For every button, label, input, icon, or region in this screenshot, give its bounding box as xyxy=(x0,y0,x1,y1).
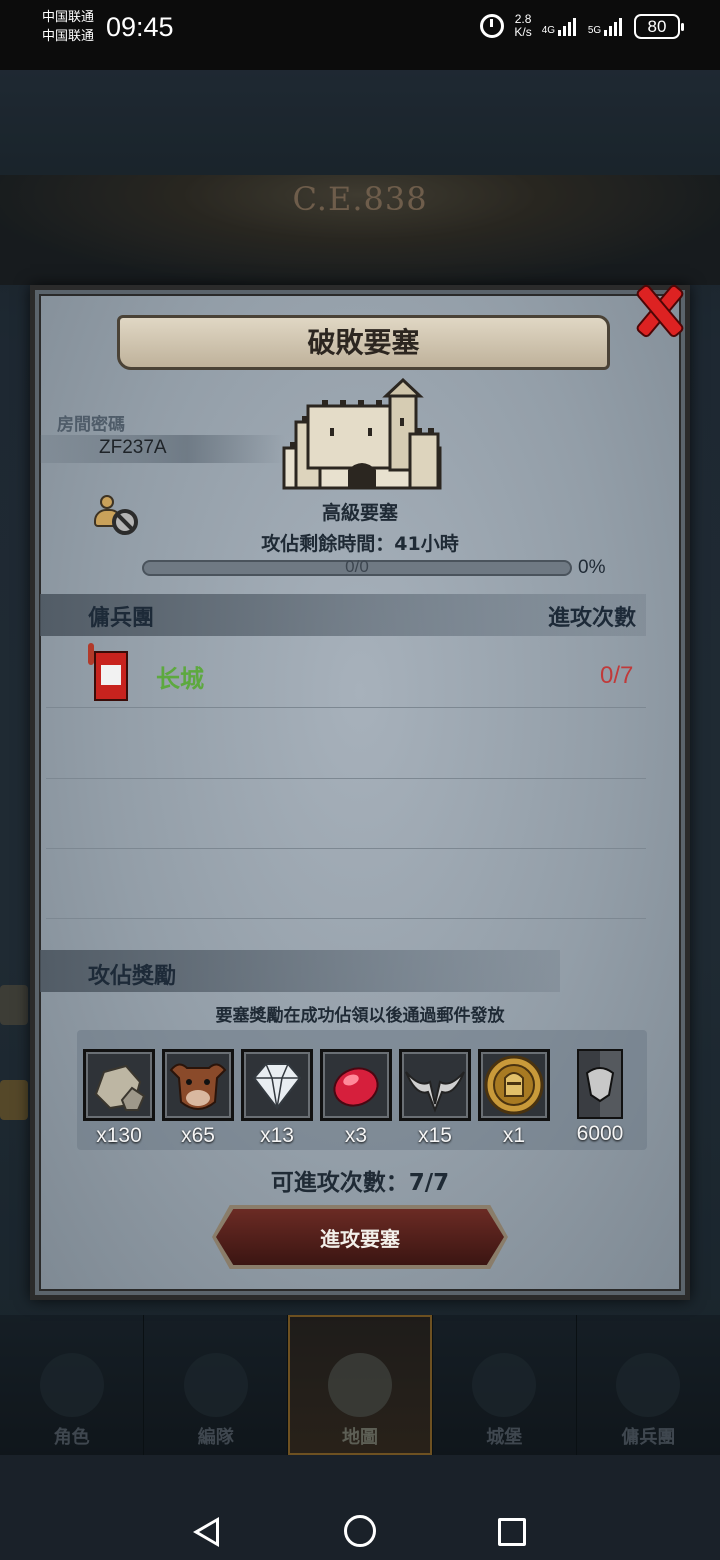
progress-percent: 0% xyxy=(578,557,606,578)
guild-name: 长城 xyxy=(156,665,204,693)
battery-icon: 80 xyxy=(634,13,684,39)
reward-item[interactable]: x3 xyxy=(320,1049,392,1148)
reward-qty: x130 xyxy=(96,1124,142,1147)
close-button[interactable] xyxy=(630,283,688,337)
signal-4g-icon: 4G xyxy=(542,16,578,36)
table-row[interactable] xyxy=(46,640,646,708)
reward-item[interactable]: x15 xyxy=(399,1049,471,1148)
room-code: ZF237A xyxy=(99,437,167,458)
room-password-label: 房間密碼 xyxy=(57,415,125,435)
empty-row-divider xyxy=(46,778,646,779)
reward-qty: x13 xyxy=(260,1124,294,1147)
modal-title: 破敗要塞 xyxy=(117,315,610,370)
status-icons: 2.8 K/s 4G 5G 80 xyxy=(480,13,684,39)
guild-section-title: 傭兵團 xyxy=(88,606,155,631)
reward-section-title: 攻佔獎勵 xyxy=(88,964,177,989)
alarm-icon xyxy=(480,14,505,38)
network-4g-label: 4G xyxy=(541,25,556,36)
reward-qty: x15 xyxy=(418,1124,452,1147)
reward-item[interactable]: x1 xyxy=(478,1049,550,1148)
reward-qty: x65 xyxy=(181,1124,215,1147)
home-icon[interactable] xyxy=(344,1515,376,1547)
reward-item[interactable]: x130 xyxy=(83,1049,155,1148)
bull-head-icon xyxy=(162,1049,234,1121)
reward-qty: x3 xyxy=(344,1124,368,1147)
reward-item[interactable]: 6000 xyxy=(564,1049,636,1146)
attack-fortress-button[interactable]: 進攻要塞 xyxy=(216,1209,504,1265)
carrier-1: 中国联通 xyxy=(42,10,95,25)
ruby-gem-icon xyxy=(320,1049,392,1121)
stone-icon xyxy=(83,1049,155,1121)
clock: 09:45 xyxy=(106,12,174,42)
guild-banner-icon xyxy=(577,1049,623,1119)
carrier-2: 中国联通 xyxy=(42,29,95,44)
attack-count-header: 進攻次數 xyxy=(548,606,637,631)
reward-note: 要塞獎勵在成功佔領以後通過郵件發放 xyxy=(215,1006,505,1026)
attacks-left: 可進攻次數：7/7 xyxy=(270,1170,450,1196)
guild-attack-count: 0/7 xyxy=(600,662,634,689)
guild-banner-icon xyxy=(86,643,130,703)
reward-qty: 6000 xyxy=(576,1122,624,1145)
castle-icon xyxy=(282,378,442,490)
time-remaining: 攻佔剩餘時間：41小時 xyxy=(261,533,459,555)
fort-level: 高級要塞 xyxy=(321,502,398,524)
network-speed: 2.8 K/s xyxy=(514,13,531,39)
diamond-icon xyxy=(241,1049,313,1121)
reward-qty: x1 xyxy=(502,1124,526,1147)
reward-item[interactable]: x13 xyxy=(241,1049,313,1148)
carrier-labels: 中国联通 中国联通 xyxy=(42,8,94,46)
signal-5g-icon: 5G xyxy=(588,16,624,36)
reward-item[interactable]: x65 xyxy=(162,1049,234,1148)
speed-unit: K/s xyxy=(514,25,532,39)
progress-text: 0/0 xyxy=(345,557,369,576)
network-5g-label: 5G xyxy=(587,25,602,36)
status-bar: 中国联通 中国联通 09:45 2.8 K/s 4G 5G 80 xyxy=(0,0,720,70)
recent-apps-icon[interactable] xyxy=(498,1518,526,1546)
back-icon[interactable] xyxy=(193,1517,219,1547)
gold-knight-medal-icon xyxy=(478,1049,550,1121)
empty-row-divider xyxy=(46,918,646,919)
empty-row-divider xyxy=(46,848,646,849)
horned-helm-icon xyxy=(399,1049,471,1121)
